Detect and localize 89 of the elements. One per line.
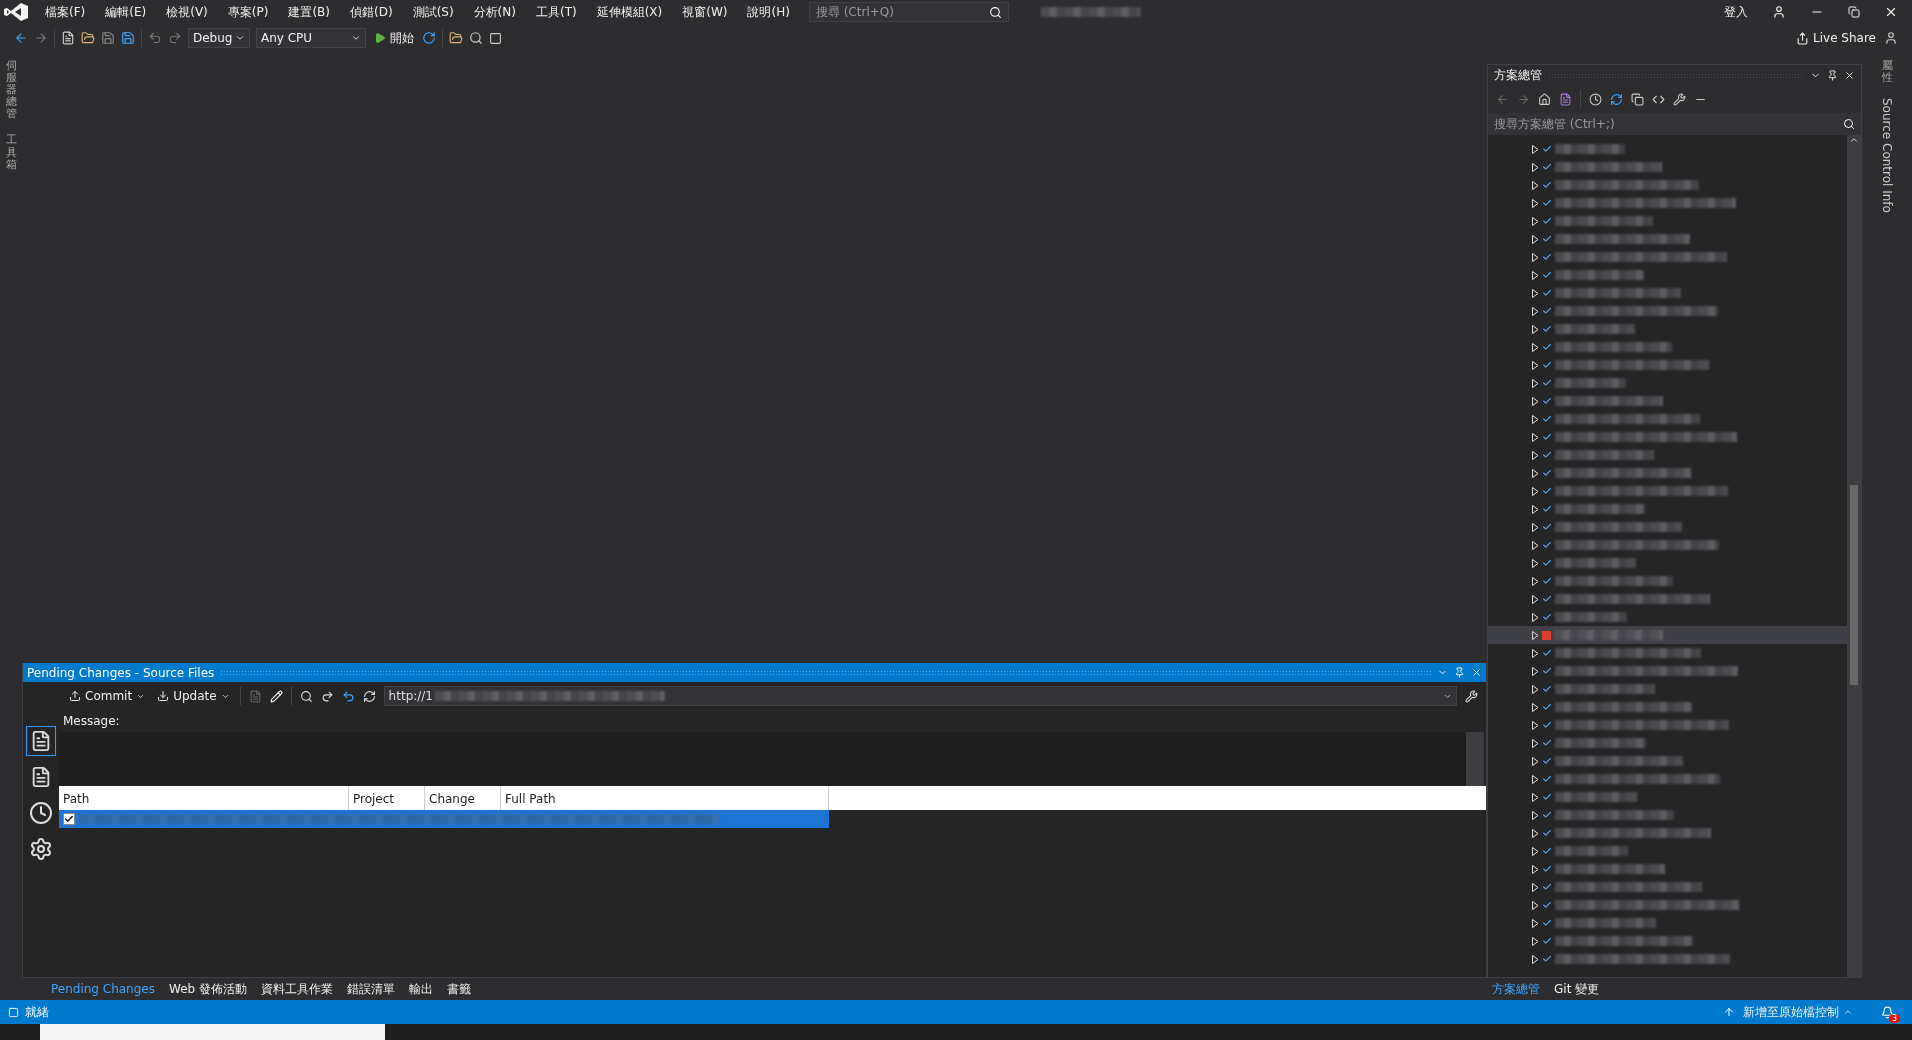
side-tab[interactable]: 工具箱 <box>5 134 17 171</box>
play-icon <box>374 32 386 44</box>
user-icon[interactable] <box>1772 5 1786 19</box>
platform-dropdown[interactable]: Any CPU <box>256 28 366 48</box>
menu-item[interactable]: 編輯(E) <box>96 3 156 21</box>
source-control-button[interactable]: 新增至原始檔控制 <box>1741 1003 1855 1021</box>
refresh-icon[interactable] <box>1610 92 1623 106</box>
menu-item[interactable]: 測試(S) <box>403 3 463 21</box>
save-all-icon[interactable] <box>121 31 135 45</box>
scrollbar-thumb[interactable] <box>1850 485 1858 685</box>
search-field[interactable]: 搜尋方案總管 (Ctrl+;) <box>1488 113 1861 135</box>
menu-item[interactable]: 專案(P) <box>218 3 278 21</box>
menu-item[interactable]: 偵錯(D) <box>341 3 402 21</box>
message-label: Message: <box>62 713 121 730</box>
search-icon[interactable] <box>299 689 313 703</box>
home-icon[interactable] <box>1538 92 1551 106</box>
screenshot-icon[interactable] <box>489 31 502 45</box>
menu-item[interactable]: 檢視(V) <box>157 3 217 21</box>
panel-tab[interactable]: 資料工具作業 <box>255 980 338 998</box>
scrollbar[interactable] <box>1847 135 1861 977</box>
scrollbar[interactable] <box>1466 732 1484 786</box>
window-icon <box>8 1006 19 1018</box>
feedback-icon[interactable] <box>1884 31 1898 45</box>
restore-icon[interactable] <box>1848 6 1860 18</box>
copy-icon[interactable] <box>1631 92 1644 106</box>
pencil-icon[interactable] <box>269 689 283 703</box>
share-icon <box>1796 31 1810 45</box>
pin-icon[interactable] <box>1454 667 1465 678</box>
message-field[interactable] <box>59 732 1484 786</box>
panel-tab[interactable]: 書籤 <box>441 980 476 998</box>
url-field[interactable]: http://1 <box>383 686 1457 706</box>
search-icon <box>1843 118 1855 130</box>
update-button[interactable]: Update <box>155 689 232 703</box>
search-field[interactable]: 搜尋 (Ctrl+Q) <box>808 2 1009 22</box>
panel-title: Pending Changes - Source Files <box>27 665 215 680</box>
panel-tab[interactable]: Git 變更 <box>1549 980 1605 998</box>
up-arrow-icon <box>1723 1006 1735 1018</box>
status-text: 就緒 <box>25 1003 49 1021</box>
caret-icon <box>1843 1007 1853 1017</box>
panel-tab[interactable]: 方案總管 <box>1487 980 1545 998</box>
close-icon[interactable] <box>1844 69 1855 81</box>
live-share-button[interactable]: Live Share <box>1794 31 1878 45</box>
start-button[interactable]: 開始 <box>372 29 416 47</box>
sign-in-link[interactable]: 登入 <box>1724 3 1748 21</box>
refresh-icon[interactable] <box>422 31 436 45</box>
menu-item[interactable]: 說明(H) <box>738 3 799 21</box>
panel-tab[interactable]: Web 發佈活動 <box>164 980 252 998</box>
undo-icon[interactable] <box>341 689 355 703</box>
back-icon[interactable] <box>1496 92 1509 106</box>
configuration-dropdown[interactable]: Debug <box>188 28 250 48</box>
caret-icon <box>351 33 361 43</box>
search-icon <box>988 5 1002 19</box>
panel-tab[interactable]: Pending Changes <box>46 982 160 996</box>
caret-icon <box>235 33 245 43</box>
menu-item[interactable]: 工具(T) <box>526 3 586 21</box>
back-icon[interactable] <box>14 31 28 45</box>
upload-icon <box>69 690 81 702</box>
menu-item[interactable]: 延伸模組(X) <box>587 3 672 21</box>
folder-icon[interactable] <box>449 31 463 45</box>
menu-item[interactable]: 檔案(F) <box>36 3 95 21</box>
undo-icon[interactable] <box>148 31 162 45</box>
menu-item[interactable]: 建置(B) <box>279 3 339 21</box>
refresh-icon[interactable] <box>362 689 376 703</box>
side-tab[interactable]: 伺服器總管 <box>5 60 17 121</box>
commit-button[interactable]: Commit <box>67 689 148 703</box>
close-icon[interactable] <box>1884 5 1898 19</box>
forward-icon[interactable] <box>34 31 48 45</box>
clock-icon[interactable] <box>1589 92 1602 106</box>
search-icon[interactable] <box>469 31 483 45</box>
menu-item[interactable]: 視窗(W) <box>673 3 737 21</box>
forward-icon[interactable] <box>1517 92 1530 106</box>
panel-tab[interactable]: 輸出 <box>403 980 438 998</box>
redo-icon[interactable] <box>320 689 334 703</box>
open-folder-icon[interactable] <box>81 31 95 45</box>
app-logo <box>4 3 28 21</box>
save-icon[interactable] <box>101 31 115 45</box>
menu-item[interactable]: 分析(N) <box>464 3 525 21</box>
checkbox[interactable] <box>63 813 75 825</box>
download-icon <box>157 690 170 702</box>
document-icon[interactable] <box>26 726 56 756</box>
wrench-icon[interactable] <box>1673 92 1686 106</box>
side-tab[interactable]: 屬性 <box>1881 60 1893 85</box>
notification-count: 3 <box>1888 1013 1900 1023</box>
pin-icon[interactable] <box>1827 69 1838 81</box>
panel-title: 方案總管 <box>1494 66 1542 84</box>
side-tab[interactable]: Source Control Info <box>1880 98 1894 214</box>
bell-icon[interactable] <box>1881 1005 1894 1019</box>
panel-tab[interactable]: 錯誤清單 <box>341 980 400 998</box>
scroll-up-icon[interactable] <box>1849 135 1859 145</box>
